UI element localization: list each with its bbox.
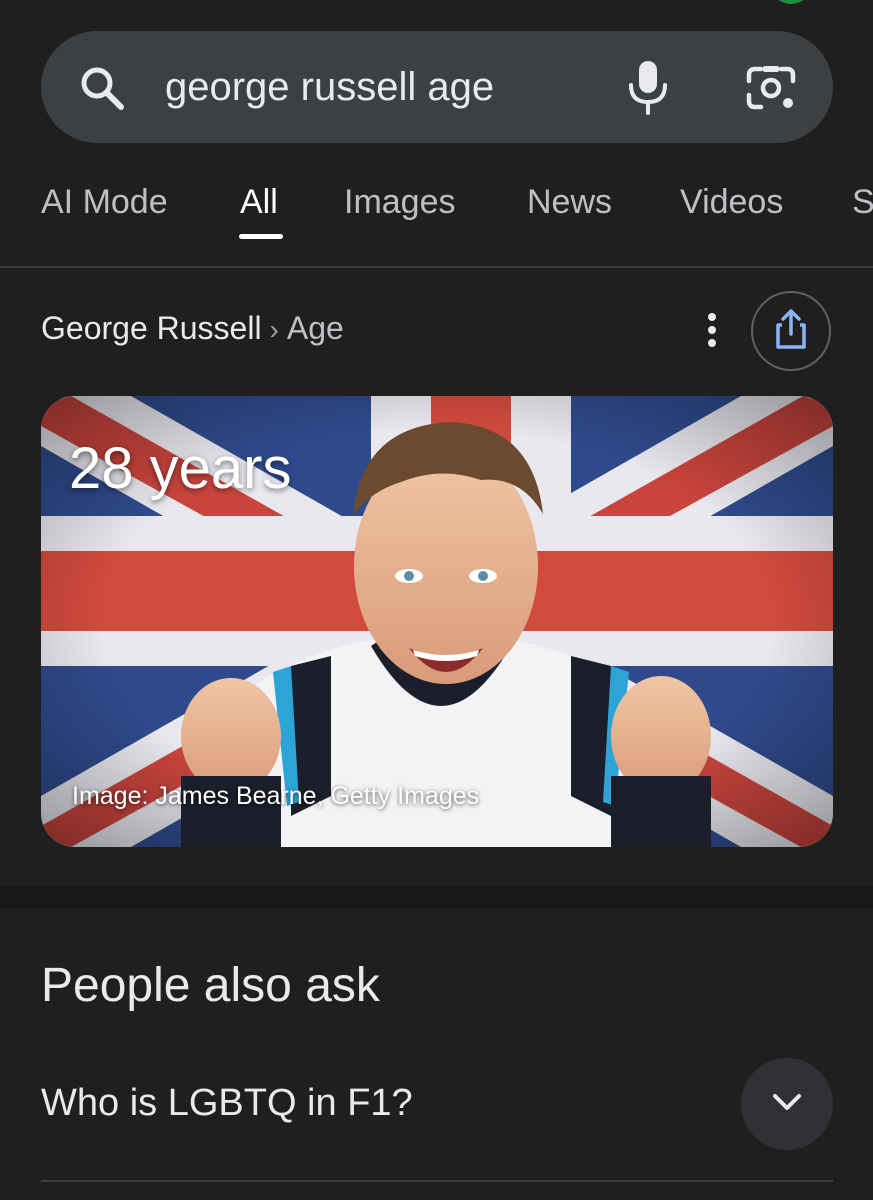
tab-news[interactable]: News [527, 182, 612, 222]
microphone-icon[interactable] [623, 59, 673, 115]
more-vertical-icon[interactable] [694, 310, 730, 350]
search-tabs: AI Mode All Images News Videos S [0, 166, 873, 266]
section-divider [0, 886, 873, 908]
tab-images[interactable]: Images [344, 182, 456, 222]
share-button[interactable] [751, 291, 831, 371]
expand-question-button[interactable] [741, 1058, 833, 1150]
people-also-ask-title: People also ask [41, 959, 380, 1012]
search-bar[interactable]: george russell age [41, 31, 833, 143]
status-indicator [770, 0, 812, 4]
age-value: 28 years [69, 436, 292, 501]
paa-divider [41, 1180, 833, 1182]
breadcrumb-attribute: Age [286, 310, 344, 346]
active-tab-indicator [239, 234, 283, 239]
breadcrumb-entity[interactable]: George Russell [41, 310, 262, 346]
paa-question[interactable]: Who is LGBTQ in F1? [41, 1078, 413, 1128]
tab-videos[interactable]: Videos [680, 182, 783, 222]
share-icon [773, 308, 809, 355]
search-icon[interactable] [77, 63, 127, 113]
chevron-down-icon [770, 1091, 804, 1118]
tab-ai-mode[interactable]: AI Mode [41, 182, 168, 222]
breadcrumb: George Russell › Age [41, 308, 344, 350]
tab-all[interactable]: All [240, 182, 278, 222]
tab-shopping-partial[interactable]: S [852, 182, 873, 222]
breadcrumb-separator: › [269, 314, 279, 345]
image-credit: Image: James Bearne, Getty Images [72, 782, 480, 810]
search-input[interactable]: george russell age [165, 64, 494, 110]
camera-lens-icon[interactable] [745, 63, 797, 113]
age-answer-card[interactable]: 28 years Image: James Bearne, Getty Imag… [41, 396, 833, 847]
tabs-divider [0, 266, 873, 268]
